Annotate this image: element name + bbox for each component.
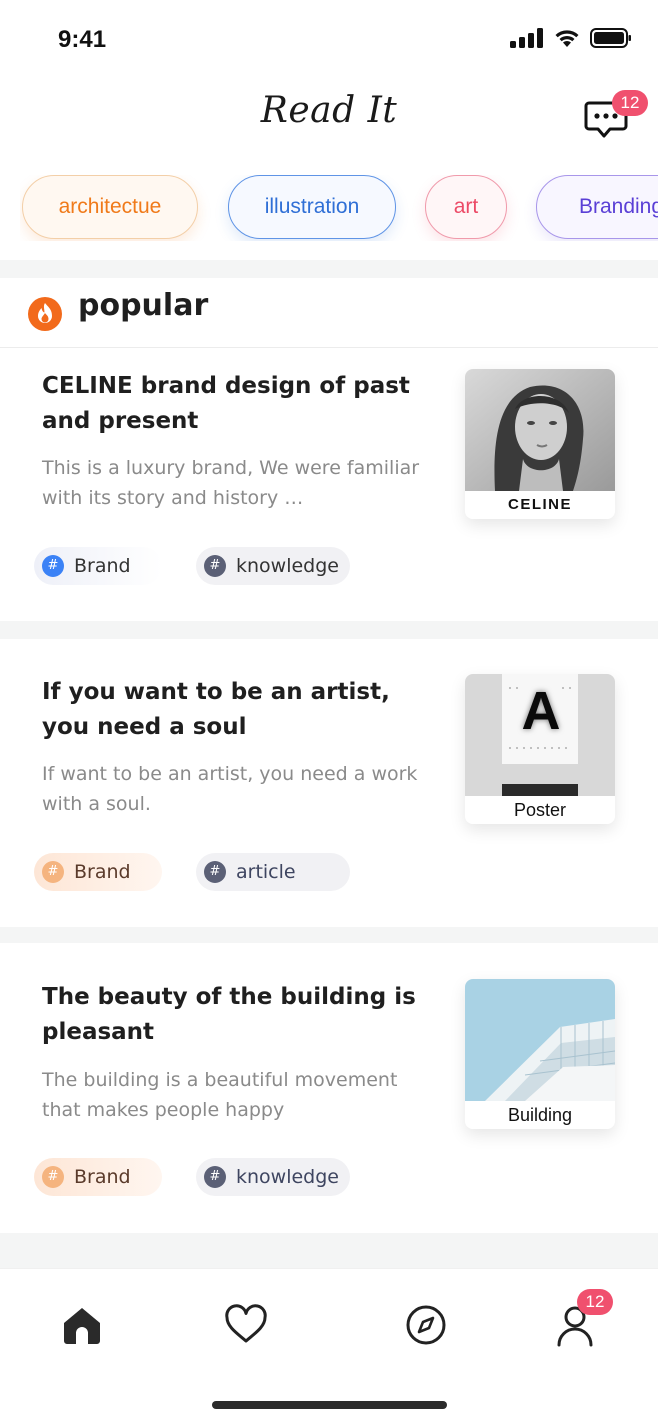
hash-icon: # — [42, 555, 64, 577]
tag-brand[interactable]: # Brand — [34, 547, 162, 585]
article-description: If want to be an artist, you need a work… — [42, 763, 418, 815]
thumbnail-caption: Building — [465, 1101, 615, 1129]
article-description: This is a luxury brand, We were familiar… — [42, 457, 420, 509]
tag-knowledge[interactable]: # knowledge — [196, 1158, 350, 1196]
building-image — [465, 979, 615, 1101]
section-divider — [0, 260, 658, 278]
compass-icon — [406, 1305, 446, 1345]
home-indicator — [212, 1401, 447, 1409]
wifi-icon — [555, 30, 579, 47]
article-card[interactable]: CELINE brand design of past and present … — [0, 349, 658, 621]
article-title[interactable]: CELINE brand design of past and present — [42, 369, 432, 439]
heart-icon — [225, 1304, 267, 1343]
article-title[interactable]: The beauty of the building is pleasant — [42, 980, 432, 1050]
bottom-tab-bar: 12 — [0, 1268, 658, 1425]
chip-art[interactable]: art — [425, 175, 507, 239]
thumbnail-caption: Poster — [465, 796, 615, 824]
article-card[interactable]: The beauty of the building is pleasant T… — [0, 943, 658, 1233]
section-title: popular — [78, 288, 209, 323]
hash-icon: # — [204, 861, 226, 883]
tab-home[interactable] — [60, 1303, 104, 1347]
app-title: Read It — [260, 90, 398, 131]
signal-icon — [510, 28, 543, 48]
tag-label: Brand — [74, 1166, 131, 1188]
thumbnail-caption: CELINE — [465, 491, 615, 519]
card-divider — [0, 927, 658, 943]
tag-label: article — [236, 861, 296, 883]
messages-button[interactable]: 12 — [584, 90, 648, 142]
tag-label: Brand — [74, 555, 131, 577]
article-thumbnail[interactable]: CELINE — [465, 369, 615, 519]
tag-label: knowledge — [236, 1166, 339, 1188]
card-divider — [0, 621, 658, 639]
tag-brand[interactable]: # Brand — [34, 853, 162, 891]
tag-article[interactable]: # article — [196, 853, 350, 891]
article-thumbnail[interactable]: Building — [465, 979, 615, 1129]
article-title[interactable]: If you want to be an artist, you need a … — [42, 675, 432, 745]
tag-label: knowledge — [236, 555, 339, 577]
tab-explore[interactable] — [404, 1303, 448, 1347]
tag-label: Brand — [74, 861, 131, 883]
category-chips: architectue illustration art Branding — [20, 175, 658, 241]
chip-branding[interactable]: Branding — [536, 175, 658, 239]
status-icons — [510, 28, 632, 48]
card-divider — [0, 1233, 658, 1268]
tab-favorites[interactable] — [224, 1303, 268, 1347]
message-count-badge: 12 — [612, 90, 648, 116]
poster-letter: A — [521, 681, 561, 741]
battery-icon — [590, 28, 631, 48]
tab-profile[interactable]: 12 — [553, 1289, 613, 1347]
profile-badge: 12 — [577, 1289, 613, 1315]
article-thumbnail[interactable]: A Poster — [465, 674, 615, 824]
status-time: 9:41 — [58, 26, 107, 53]
home-icon — [64, 1308, 100, 1344]
hash-icon: # — [204, 1166, 226, 1188]
chip-architectue[interactable]: architectue — [22, 175, 198, 239]
portrait-image — [465, 369, 615, 491]
hash-icon: # — [42, 1166, 64, 1188]
app-header: Read It 12 — [0, 80, 658, 160]
tag-knowledge[interactable]: # knowledge — [196, 547, 350, 585]
article-description: The building is a beautiful movement tha… — [42, 1069, 398, 1121]
chip-illustration[interactable]: illustration — [228, 175, 396, 239]
hash-icon: # — [204, 555, 226, 577]
article-card[interactable]: If you want to be an artist, you need a … — [0, 639, 658, 927]
popular-section-header: popular — [0, 278, 658, 348]
status-bar: 9:41 — [0, 0, 658, 80]
fire-icon — [28, 297, 62, 331]
hash-icon: # — [42, 861, 64, 883]
tag-brand[interactable]: # Brand — [34, 1158, 162, 1196]
